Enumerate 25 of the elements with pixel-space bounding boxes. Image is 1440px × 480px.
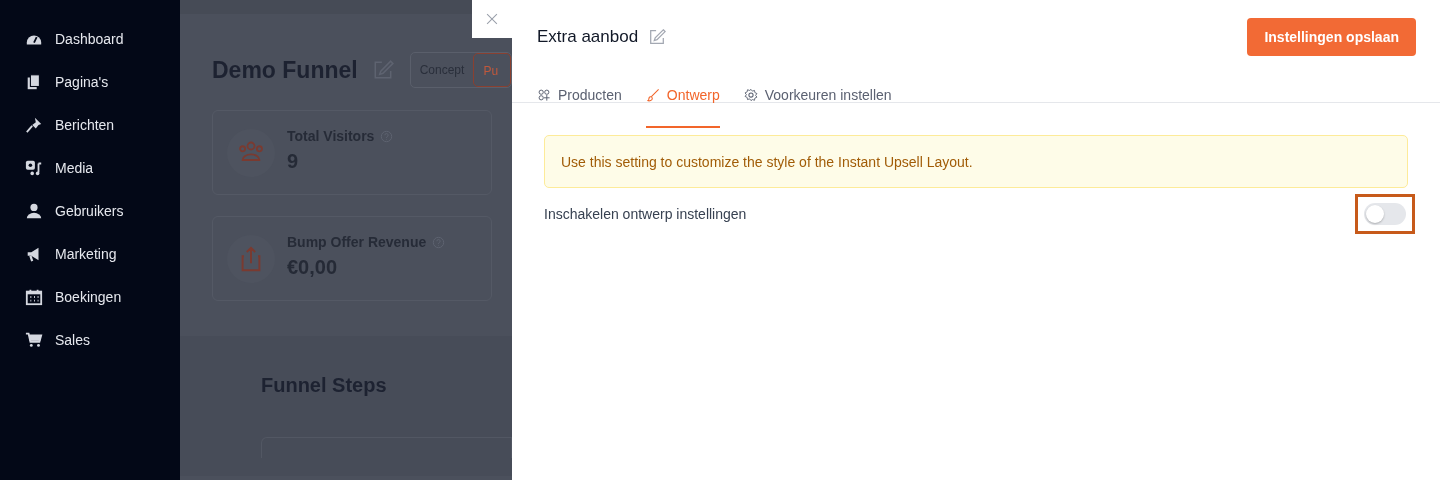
sidebar-item[interactable]: Sales <box>0 318 180 361</box>
setting-label: Inschakelen ontwerp instellingen <box>544 206 747 222</box>
edit-icon <box>648 28 667 46</box>
sidebar-item[interactable]: Dashboard <box>0 17 180 60</box>
notice-message: Use this setting to customize the style of the Instant Upsell Layout. <box>544 135 1408 188</box>
tab[interactable]: Voorkeuren instellen <box>743 82 892 128</box>
sidebar-item[interactable]: Gebruikers <box>0 189 180 232</box>
sidebar-item[interactable]: Marketing <box>0 232 180 275</box>
tab[interactable]: Producten <box>537 82 622 128</box>
brush-icon <box>645 88 660 102</box>
panel-title: Extra aanbod <box>537 27 639 47</box>
media-icon <box>25 158 43 177</box>
close-button[interactable] <box>472 0 512 38</box>
sidebar-item[interactable]: Boekingen <box>0 275 180 318</box>
close-icon <box>485 12 499 26</box>
user-icon <box>25 201 43 220</box>
toggle-switch[interactable] <box>1364 203 1406 225</box>
sidebar-item[interactable]: Pagina's <box>0 60 180 103</box>
pin-icon <box>25 115 43 134</box>
cart-icon <box>25 330 43 349</box>
sidebar-item[interactable]: Media <box>0 146 180 189</box>
calendar-icon <box>25 287 43 306</box>
settings-icon <box>743 88 758 102</box>
grid-icon <box>537 88 551 102</box>
sidebar-item[interactable]: Berichten <box>0 103 180 146</box>
